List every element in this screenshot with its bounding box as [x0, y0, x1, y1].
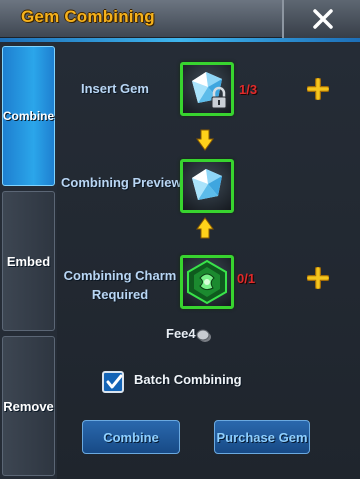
- insert-gem-count: 1/3: [239, 82, 258, 97]
- charm-label-line2: Required: [91, 287, 149, 302]
- checkmark-icon: [106, 374, 123, 389]
- combining-charm-slot[interactable]: [180, 255, 234, 309]
- insert-gem-slot[interactable]: [180, 62, 234, 116]
- add-charm-plus-icon[interactable]: [307, 267, 329, 289]
- combining-charm-label: Combining Charm Required: [62, 268, 178, 302]
- combine-button[interactable]: Combine: [82, 420, 180, 454]
- combining-preview-label: Combining Preview: [61, 175, 182, 190]
- tab-combine[interactable]: Combine: [2, 46, 55, 186]
- close-icon: [313, 9, 333, 29]
- charm-label-line1: Combining Charm: [63, 268, 177, 283]
- charm-icon: [187, 259, 227, 305]
- tab-embed-label: Embed: [6, 253, 51, 269]
- batch-combining-checkbox[interactable]: [102, 371, 124, 393]
- fee-text: Fee4: [166, 326, 196, 341]
- insert-gem-label: Insert Gem: [81, 81, 149, 96]
- arrow-down-icon: [196, 129, 214, 151]
- tab-combine-label: Combine: [2, 109, 55, 123]
- add-gem-plus-icon[interactable]: [307, 78, 329, 100]
- coin-icon: [196, 329, 211, 342]
- lock-icon: [211, 86, 227, 109]
- charm-count: 0/1: [237, 271, 256, 286]
- tab-remove-label: Remove: [3, 398, 54, 414]
- window-title: Gem Combining: [21, 7, 155, 26]
- combining-preview-slot: [180, 159, 234, 213]
- arrow-up-icon: [196, 217, 214, 239]
- tab-remove[interactable]: Remove: [2, 336, 55, 476]
- sidebar: Combine Embed Remove: [0, 42, 57, 479]
- purchase-gem-button[interactable]: Purchase Gem: [214, 420, 310, 454]
- preview-gem-icon: [192, 169, 222, 200]
- title-bar: Gem Combining: [0, 0, 360, 38]
- close-button[interactable]: [282, 0, 360, 38]
- batch-combining-label: Batch Combining: [134, 372, 242, 387]
- tab-embed[interactable]: Embed: [2, 191, 55, 331]
- fee-label: Fee: [166, 326, 189, 341]
- fee-amount: 4: [188, 326, 196, 341]
